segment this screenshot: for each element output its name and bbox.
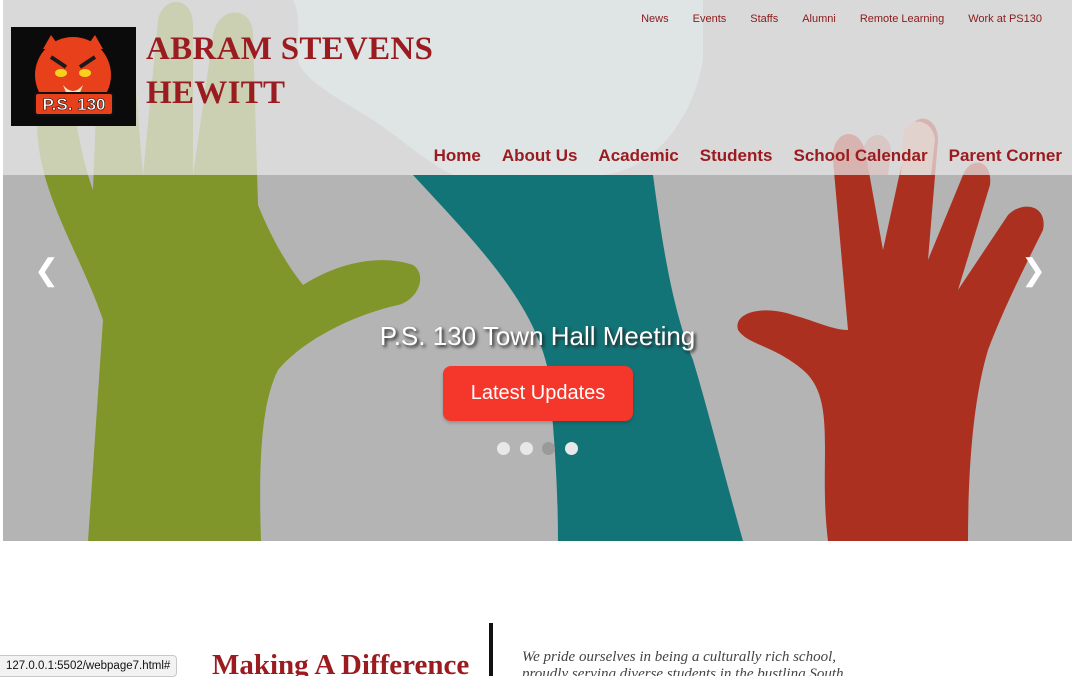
carousel-indicators (497, 442, 587, 455)
latest-updates-button[interactable]: Latest Updates (443, 366, 633, 421)
nav-link-remote-learning[interactable]: Remote Learning (860, 13, 944, 25)
main-nav: Home About Us Academic Students School C… (413, 146, 1062, 166)
carousel-next-arrow[interactable]: ❯ (1021, 256, 1046, 286)
school-name-line1[interactable]: ABRAM STEVENS (146, 33, 433, 66)
carousel-dot-1[interactable] (497, 442, 510, 455)
nav-about-us[interactable]: About Us (502, 146, 578, 166)
carousel-dot-3[interactable] (542, 442, 555, 455)
nav-school-calendar[interactable]: School Calendar (793, 146, 927, 166)
nav-link-work-at-ps130[interactable]: Work at PS130 (968, 13, 1042, 25)
nav-home[interactable]: Home (434, 146, 481, 166)
section-divider (489, 623, 493, 676)
nav-link-news[interactable]: News (641, 13, 669, 25)
nav-parent-corner[interactable]: Parent Corner (949, 146, 1062, 166)
section-heading: Making A Difference (212, 649, 470, 676)
quote-line-1: We pride ourselves in being a culturally… (522, 649, 836, 665)
carousel-dot-2[interactable] (519, 442, 533, 455)
tiger-eye-left (55, 69, 67, 77)
nav-link-staffs[interactable]: Staffs (750, 13, 778, 25)
browser-status-url: 127.0.0.1:5502/webpage7.html# (0, 655, 178, 677)
quote-line-2: proudly serving diverse students in the … (522, 666, 844, 676)
carousel-prev-arrow[interactable]: ❮ (34, 256, 59, 286)
utility-nav: News Events Staffs Alumni Remote Learnin… (617, 13, 1042, 25)
hero-title: P.S. 130 Town Hall Meeting (379, 321, 696, 351)
section-quote: We pride ourselves in being a culturally… (522, 649, 882, 676)
logo-text: P.S. 130 (42, 95, 105, 114)
tiger-eye-right (79, 69, 91, 77)
page: P.S. 130 ABRAM STEVENS HEWITT News Event… (3, 0, 1072, 676)
tiger-logo-icon: P.S. 130 (11, 27, 136, 126)
nav-link-events[interactable]: Events (693, 13, 727, 25)
carousel-dot-4[interactable] (564, 442, 578, 455)
nav-link-alumni[interactable]: Alumni (802, 13, 836, 25)
nav-academic[interactable]: Academic (598, 146, 678, 166)
school-logo[interactable]: P.S. 130 (11, 27, 136, 126)
nav-students[interactable]: Students (700, 146, 773, 166)
school-name-line2[interactable]: HEWITT (146, 77, 285, 110)
